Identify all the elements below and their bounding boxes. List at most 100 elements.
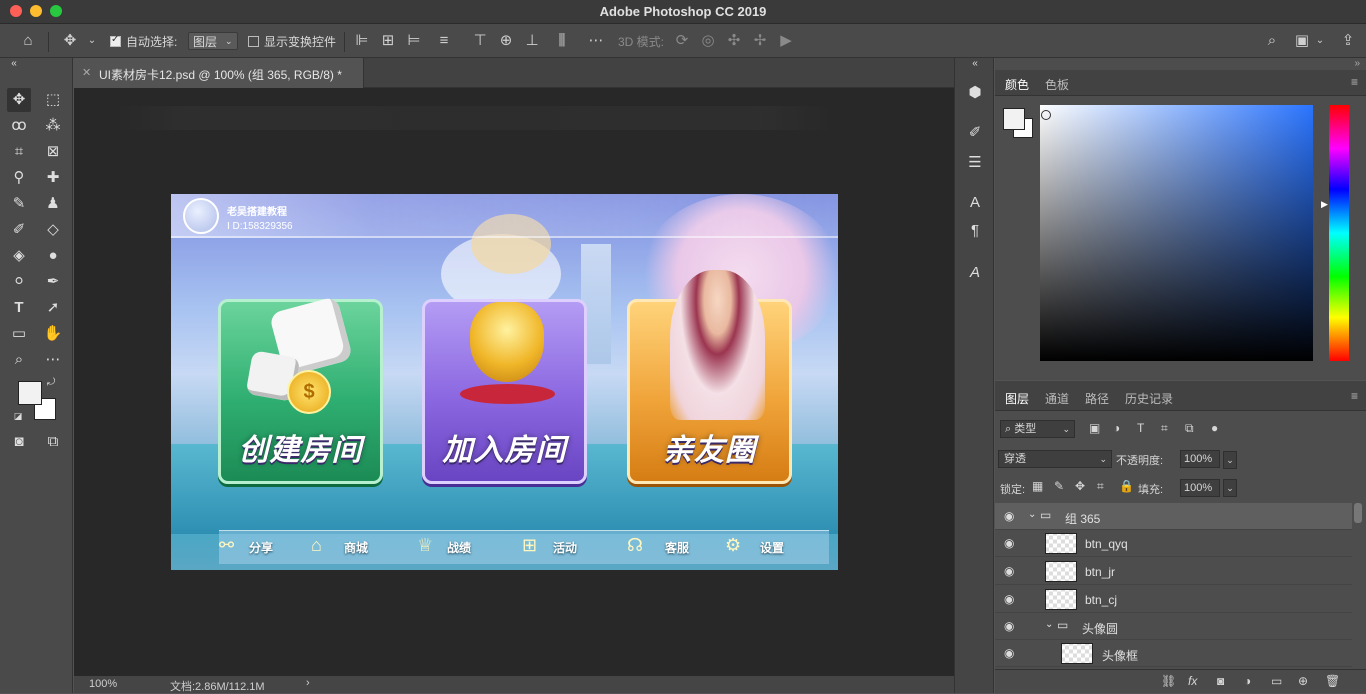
3d-panel-icon[interactable]: ⬢ [963,82,987,104]
pen-tool-icon[interactable]: ✒ [41,270,65,294]
layer-row-group-365[interactable]: ◉ ⌄ ▭ 组 365 [995,503,1352,530]
search-icon[interactable]: ⌕ [1262,31,1282,51]
eye-icon[interactable]: ◉ [1004,646,1014,660]
layer-row-btn-jr[interactable]: ◉ btn_jr [995,558,1352,585]
align-left-icon[interactable]: ⊫ [352,31,372,51]
collapse-icon[interactable]: » [1354,58,1360,69]
paint-bucket-icon[interactable]: ◈ [7,244,31,268]
shop-icon[interactable]: ⌂ [311,535,322,556]
eraser-icon[interactable]: ◇ [41,218,65,242]
quick-mask-icon[interactable]: ◙ [7,430,31,454]
tab-history[interactable]: 历史记录 [1125,390,1173,407]
align-bottom-icon[interactable]: ⊥ [522,31,542,51]
tab-paths[interactable]: 路径 [1085,390,1109,407]
artwork-canvas[interactable]: 老吴搭建教程 I D:158329356 $ 创建房间 加入房间 亲友圈 ⚯ 分… [171,194,838,570]
nav-item-events[interactable]: 活动 [553,539,577,556]
auto-select-checkbox[interactable] [110,34,121,47]
join-room-card[interactable]: 加入房间 [422,299,587,484]
gear-icon[interactable]: ⚙ [725,535,741,556]
home-icon[interactable]: ⌂ [18,31,38,51]
show-transform-checkbox[interactable] [248,35,259,47]
share-icon[interactable]: ⚯ [219,535,234,556]
panel-menu-icon[interactable]: ≡ [1351,389,1358,403]
marquee-tool-icon[interactable]: ⬚ [41,88,65,112]
chevron-down-icon[interactable]: ⌄ [1223,479,1237,497]
hue-slider[interactable] [1329,105,1349,361]
lock-pixels-icon[interactable]: ✎ [1054,479,1064,493]
healing-brush-icon[interactable]: ✚ [41,166,65,190]
align-center-icon[interactable]: ⊞ [378,31,398,51]
move-tool-icon[interactable]: ✥ [60,31,80,51]
eye-icon[interactable]: ◉ [1004,619,1014,633]
color-field[interactable] [1040,105,1313,361]
color-picker-cursor[interactable] [1041,110,1051,120]
layer-effects-icon[interactable]: fx [1188,674,1197,688]
opacity-input[interactable]: 100% [1180,450,1220,468]
lasso-tool-icon[interactable]: ꝏ [7,114,31,138]
move-tool-icon[interactable]: ✥ [7,88,31,112]
show-transform-checkbox-group[interactable]: 显示变换控件 [248,32,336,50]
avatar[interactable] [183,198,219,234]
chevron-down-icon[interactable]: ⌄ [1310,31,1330,51]
foreground-color-swatch[interactable] [1003,108,1025,130]
delete-layer-icon[interactable]: 🗑 [1325,674,1340,688]
layer-row-btn-cj[interactable]: ◉ btn_cj [995,586,1352,613]
glyphs-panel-icon[interactable]: A [963,262,987,284]
distribute-vertical-icon[interactable]: ⫼ [552,31,572,51]
tab-swatches[interactable]: 色板 [1045,76,1069,93]
foreground-color-swatch[interactable] [18,381,42,405]
dodge-tool-icon[interactable]: ⚪ [7,270,31,294]
chevron-down-icon[interactable]: ⌄ [1223,451,1237,469]
brush-settings-icon[interactable]: ✐ [963,122,987,144]
layers-scrollbar[interactable] [1354,503,1362,523]
more-options-icon[interactable]: ⋯ [586,31,606,51]
share-icon[interactable]: ⇪ [1338,31,1358,51]
collapse-icon[interactable]: « [2,58,26,70]
nav-item-support[interactable]: 客服 [665,539,689,556]
align-right-icon[interactable]: ⊨ [404,31,424,51]
filter-toggle-icon[interactable]: ● [1211,421,1218,435]
lock-all-icon[interactable]: 🔒 [1119,479,1134,493]
hue-slider-handle[interactable]: ▶ [1321,199,1328,210]
character-panel-icon[interactable]: A [963,192,987,214]
history-brush-icon[interactable]: ✐ [7,218,31,242]
lock-position-icon[interactable]: ✥ [1075,479,1085,493]
nav-item-share[interactable]: 分享 [249,539,273,556]
adjustment-filter-icon[interactable]: ◑ [1113,421,1120,435]
new-group-icon[interactable]: ▭ [1271,674,1282,688]
video-3d-icon[interactable]: ▶ [776,31,796,51]
slide-3d-icon[interactable]: ✢ [750,31,770,51]
chevron-down-icon[interactable]: ⌄ [82,31,102,51]
zoom-tool-icon[interactable]: ⌕ [7,348,31,372]
tab-color[interactable]: 颜色 [1005,76,1029,93]
layer-row-avatar-circle-group[interactable]: ◉ ⌄ ▭ 头像圆 [995,613,1352,640]
magic-wand-icon[interactable]: ⁂ [41,114,65,138]
screen-mode-icon[interactable]: ⧉ [41,430,65,454]
tab-layers[interactable]: 图层 [1005,390,1029,407]
friends-circle-card[interactable]: 亲友圈 [627,270,792,484]
roll-3d-icon[interactable]: ◎ [698,31,718,51]
document-info[interactable]: 文档:2.86M/112.1M [170,678,265,694]
adjustments-icon[interactable]: ☰ [963,152,987,174]
default-colors-icon[interactable]: ◪ [12,410,24,422]
pan-3d-icon[interactable]: ✣ [724,31,744,51]
type-tool-icon[interactable]: T [7,296,31,320]
add-mask-icon[interactable]: ◙ [1217,674,1224,688]
shape-tool-icon[interactable]: ▭ [7,322,31,346]
link-layers-icon[interactable]: ⛓ [1161,674,1176,688]
workspace-icon[interactable]: ▣ [1292,31,1312,51]
eye-icon[interactable]: ◉ [1004,592,1014,606]
image-filter-icon[interactable]: ▣ [1089,421,1100,435]
eyedropper-icon[interactable]: ⚲ [7,166,31,190]
trophy-icon[interactable]: ♕ [417,535,433,556]
tab-channels[interactable]: 通道 [1045,390,1069,407]
document-tab[interactable]: ✕ UI素材房卡12.psd @ 100% (组 365, RGB/8) * [74,58,364,88]
auto-select-dropdown[interactable]: 图层 ⌄ [188,32,238,50]
eye-icon[interactable]: ◉ [1004,509,1014,523]
align-top-icon[interactable]: ⊤ [470,31,490,51]
hand-tool-icon[interactable]: ✋ [41,322,65,346]
type-filter-icon[interactable]: T [1137,421,1144,435]
chevron-down-icon[interactable]: ⌄ [1045,619,1053,630]
frame-tool-icon[interactable]: ⊠ [41,140,65,164]
smart-object-filter-icon[interactable]: ⧉ [1185,421,1194,436]
